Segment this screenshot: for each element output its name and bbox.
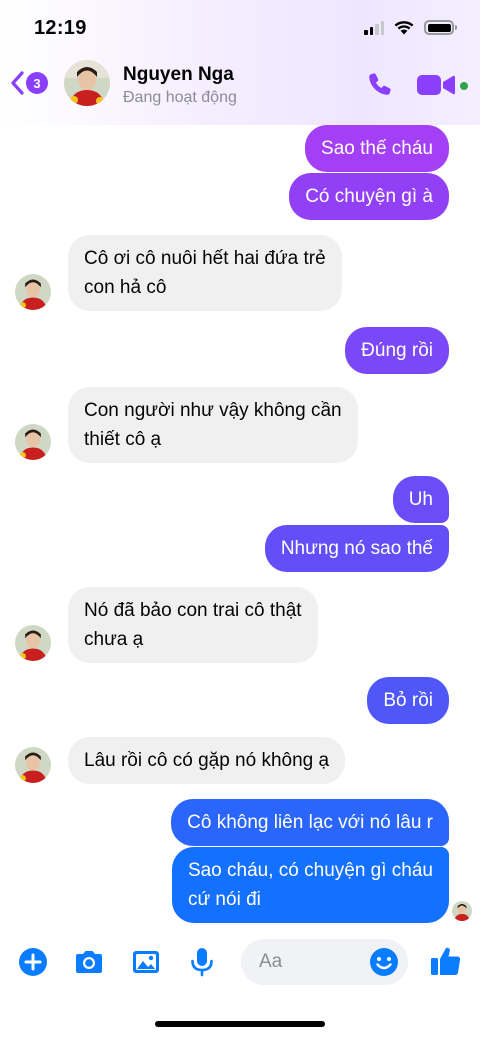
message-bubble-incoming[interactable]: Lâu rồi cô có gặp nó không ạ xyxy=(68,737,346,784)
plus-circle-icon[interactable] xyxy=(17,946,49,978)
message-input[interactable] xyxy=(259,939,369,985)
contact-avatar-small xyxy=(15,747,51,783)
status-bar: 12:19 xyxy=(0,0,480,58)
video-camera-icon[interactable] xyxy=(416,72,456,98)
message-bubble-outgoing[interactable]: Có chuyện gì à xyxy=(289,173,449,220)
message-bubble-outgoing[interactable]: Đúng rồi xyxy=(345,327,449,374)
image-icon[interactable] xyxy=(130,946,162,978)
system-icons xyxy=(364,20,457,35)
cellular-signal-icon xyxy=(364,20,384,35)
message-bubble-outgoing[interactable]: Nhưng nó sao thế xyxy=(264,525,449,572)
thumbs-up-icon[interactable] xyxy=(429,944,463,978)
message-bubble-outgoing[interactable]: Cô không liên lạc với nó lâu r xyxy=(171,799,449,846)
wifi-icon xyxy=(394,21,414,35)
camera-icon[interactable] xyxy=(73,946,105,978)
online-indicator xyxy=(458,80,470,92)
contact-avatar-small xyxy=(15,274,51,310)
message-bubble-incoming[interactable]: Cô ơi cô nuôi hết hai đứa trẻ con hả cô xyxy=(68,235,342,311)
contact-avatar-small xyxy=(15,424,51,460)
message-bubble-outgoing[interactable]: Uh xyxy=(392,476,449,523)
presence-status: Đang hoạt động xyxy=(123,89,237,106)
chevron-left-icon xyxy=(11,71,24,95)
message-input-container[interactable] xyxy=(241,939,408,985)
message-composer xyxy=(0,934,480,994)
back-button[interactable]: 3 xyxy=(8,66,54,100)
unread-count-badge: 3 xyxy=(26,72,48,94)
smiley-icon[interactable] xyxy=(368,946,400,978)
seen-indicator-avatar xyxy=(452,901,472,921)
microphone-icon[interactable] xyxy=(186,946,218,978)
status-time: 12:19 xyxy=(34,17,87,39)
phone-icon[interactable] xyxy=(366,70,394,98)
contact-avatar-small xyxy=(15,625,51,661)
message-bubble-outgoing[interactable]: Sao thế cháu xyxy=(305,125,449,172)
message-bubble-outgoing[interactable]: Bỏ rồi xyxy=(367,677,449,724)
contact-name[interactable]: Nguyen Nga xyxy=(123,64,234,86)
message-bubble-incoming[interactable]: Nó đã bảo con trai cô thật chưa ạ xyxy=(68,587,318,663)
message-list[interactable]: Sao thế cháu Có chuyện gì à Cô ơi cô nuô… xyxy=(0,120,480,930)
home-indicator xyxy=(155,1021,325,1027)
battery-icon xyxy=(424,20,457,35)
conversation-header: 3 Nguyen Nga Đang hoạt động xyxy=(0,58,480,120)
contact-avatar[interactable] xyxy=(64,60,110,106)
message-bubble-incoming[interactable]: Con người như vậy không cần thiết cô ạ xyxy=(68,387,358,463)
message-bubble-outgoing[interactable]: Sao cháu, có chuyện gì cháu cứ nói đi xyxy=(171,847,449,923)
